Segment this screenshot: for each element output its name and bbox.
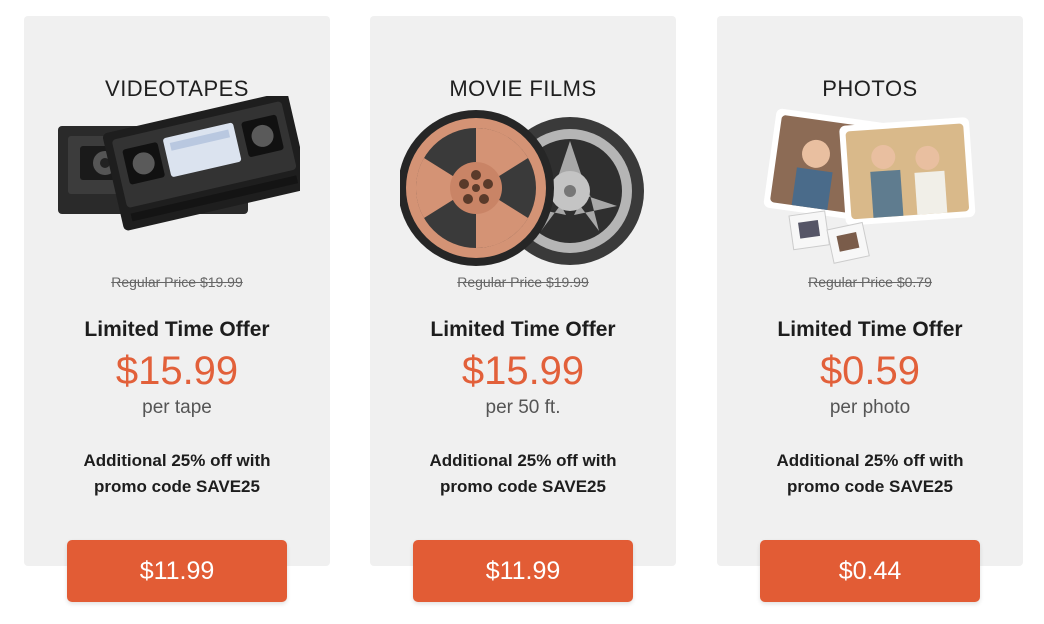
buy-movie-films-button[interactable]: $11.99: [413, 540, 633, 602]
promo-line-1: Additional 25% off with: [429, 451, 617, 470]
price-unit: per 50 ft.: [485, 397, 561, 418]
card-movie-films: MOVIE FILMS Regular Price $19.99 Limited…: [370, 16, 676, 566]
promo-text: Additional 25% off with promo code SAVE2…: [757, 448, 983, 500]
buy-videotapes-button[interactable]: $11.99: [67, 540, 287, 602]
promo-line-2: promo code SAVE25: [440, 477, 606, 496]
regular-price: Regular Price $0.79: [808, 274, 932, 290]
offer-heading: Limited Time Offer: [430, 318, 616, 341]
promo-line-1: Additional 25% off with: [776, 451, 964, 470]
film-reel-image: [400, 110, 644, 266]
card-videotapes: VIDEOTAPES Regular Price $19.99 Limited …: [24, 16, 330, 566]
promo-line-2: promo code SAVE25: [787, 477, 953, 496]
regular-price: Regular Price $19.99: [111, 274, 243, 290]
buy-photos-button[interactable]: $0.44: [760, 540, 980, 602]
sale-price: $15.99: [115, 349, 239, 393]
promo-line-1: Additional 25% off with: [83, 451, 271, 470]
promo-line-2: promo code SAVE25: [94, 477, 260, 496]
promo-text: Additional 25% off with promo code SAVE2…: [410, 448, 636, 500]
photos-image: [763, 108, 976, 264]
promo-text: Additional 25% off with promo code SAVE2…: [64, 448, 290, 500]
regular-price: Regular Price $19.99: [457, 274, 589, 290]
sale-price: $0.59: [819, 349, 921, 393]
videotape-image: [58, 96, 300, 231]
offer-heading: Limited Time Offer: [84, 318, 270, 341]
price-unit: per tape: [142, 397, 212, 418]
sale-price: $15.99: [461, 349, 585, 393]
price-unit: per photo: [829, 397, 911, 418]
offer-heading: Limited Time Offer: [777, 318, 963, 341]
card-photos: PHOTOS Regular Price $0.79 Limited Time …: [717, 16, 1023, 566]
